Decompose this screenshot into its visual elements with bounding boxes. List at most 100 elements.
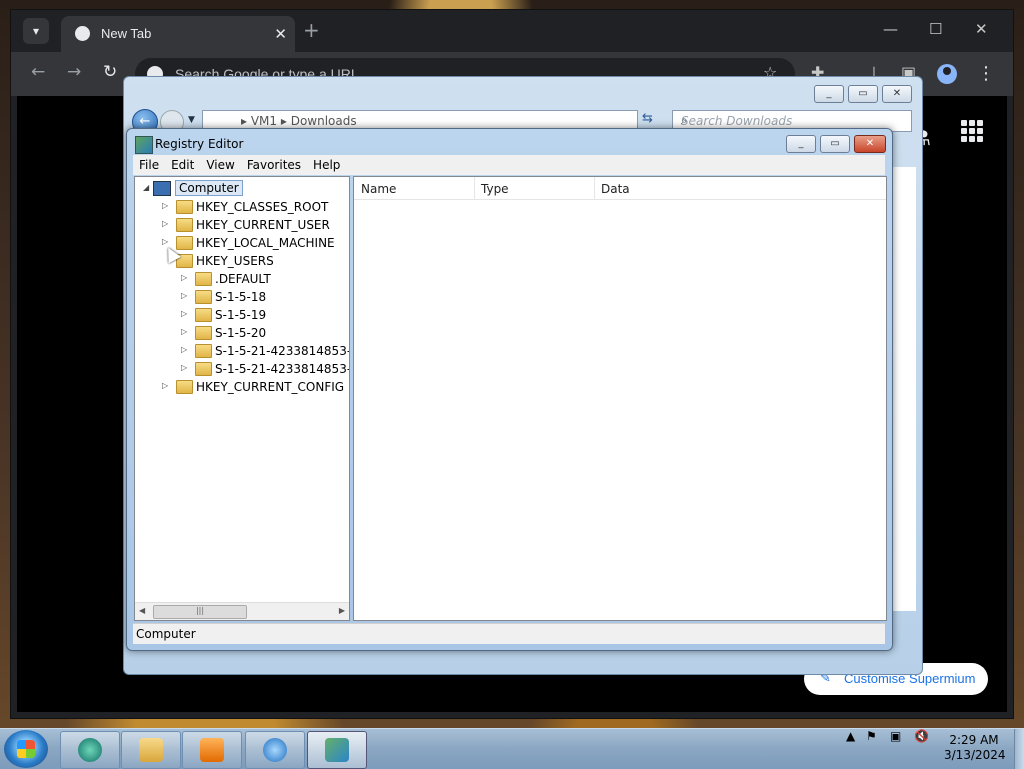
tree-label: S-1-5-19 [215,308,267,322]
folder-icon [176,200,193,214]
column-name[interactable]: Name [354,177,475,199]
minimize-icon[interactable]: — [883,20,898,38]
folder-icon [195,362,212,376]
tree-label: .DEFAULT [215,272,271,286]
tree-label: S-1-5-21-4233814853-226 [215,344,350,358]
clock[interactable]: 2:29 AM 3/13/2024 [944,733,1006,763]
menu-edit[interactable]: Edit [165,155,200,172]
close-window-icon[interactable]: ✕ [975,20,988,38]
folder-icon [195,272,212,286]
values-list[interactable]: Name Type Data [353,176,887,621]
column-type[interactable]: Type [474,177,595,199]
expand-arrow-icon[interactable]: ▷ [181,291,187,300]
tab-search-button[interactable]: ▾ [23,18,49,44]
forward-icon[interactable]: → [67,64,81,81]
tab-new-tab[interactable]: New Tab ✕ [61,16,295,52]
explorer-window-controls: _ ▭ ✕ [810,85,912,103]
regedit-close-button[interactable]: ✕ [854,135,886,153]
tree-horizontal-scrollbar[interactable]: ◀ ||| ▶ [135,602,349,620]
tree-label: S-1-5-21-4233814853-226 [215,362,350,376]
media-player-icon [200,738,224,762]
explorer-maximize-button[interactable]: ▭ [848,85,878,103]
explorer-minimize-button[interactable]: _ [814,85,844,103]
regedit-icon [325,738,349,762]
tree-label: HKEY_CURRENT_CONFIG [196,380,345,394]
tab-close-icon[interactable]: ✕ [274,25,287,43]
expand-arrow-icon[interactable]: ▷ [162,219,168,228]
google-apps-icon[interactable] [961,120,983,142]
regedit-icon [135,136,153,154]
tree-label: HKEY_USERS [196,254,274,268]
folder-icon [195,326,212,340]
column-data[interactable]: Data [594,177,884,199]
folder-icon [176,236,193,250]
tree-label: HKEY_LOCAL_MACHINE [196,236,335,250]
explorer-refresh-icon[interactable]: ⇆ [642,111,653,126]
folder-icon [195,344,212,358]
profile-avatar-icon[interactable] [937,64,957,84]
expand-arrow-icon[interactable]: ▷ [162,381,168,390]
status-bar: Computer [133,623,885,644]
expand-arrow-icon[interactable]: ▷ [181,309,187,318]
folder-icon [176,380,193,394]
breadcrumb-downloads[interactable]: Downloads [291,114,357,128]
taskbar: ▲ ⚑ ▣ 🔇 2:29 AM 3/13/2024 [0,728,1024,769]
folder-icon [195,290,212,304]
new-tab-button[interactable]: + [303,20,320,40]
computer-icon [153,181,171,196]
taskbar-browser-app[interactable] [60,731,120,769]
breadcrumb: ▸ VM1 ▸ Downloads [241,114,357,128]
column-label: Type [481,182,509,196]
registry-editor-window: Registry Editor _ ▭ ✕ File Edit View Favorite… [126,128,893,651]
expand-arrow-icon[interactable]: ▷ [181,327,187,336]
expand-arrow-icon[interactable]: ▷ [181,363,187,372]
collapse-arrow-icon[interactable]: ◢ [143,183,149,192]
tab-favicon-icon [75,26,90,41]
taskbar-media-app[interactable] [182,731,242,769]
supermium-icon [78,738,102,762]
window-title: Registry Editor [155,137,244,151]
scroll-right-icon[interactable]: ▶ [339,606,345,615]
status-path: Computer [136,627,196,641]
reload-icon[interactable]: ↻ [103,64,117,81]
scroll-thumb[interactable]: ||| [153,605,247,619]
taskbar-regedit-app[interactable] [307,731,367,769]
list-header: Name Type Data [354,177,886,200]
column-label: Name [361,182,397,196]
recent-pages-icon[interactable]: ▼ [188,115,195,125]
key-tree[interactable]: ◢ Computer ▷ HKEY_CLASSES_ROOT ▷ HKEY_CURR… [134,176,350,621]
explorer-close-button[interactable]: ✕ [882,85,912,103]
back-icon[interactable]: ← [31,64,45,81]
menu-bar: File Edit View Favorites Help [133,155,885,175]
taskbar-explorer-app[interactable] [121,731,181,769]
tree-label: S-1-5-18 [215,290,267,304]
breadcrumb-vm1[interactable]: VM1 [251,114,277,128]
maximize-icon[interactable]: ☐ [929,20,942,38]
clock-date: 3/13/2024 [944,748,1006,762]
expand-arrow-icon[interactable]: ▷ [162,201,168,210]
menu-help[interactable]: Help [307,155,346,172]
regedit-maximize-button[interactable]: ▭ [820,135,850,153]
menu-view[interactable]: View [200,155,240,172]
show-desktop-button[interactable] [1014,729,1024,769]
windows-logo-icon [17,740,35,758]
expand-arrow-icon[interactable]: ▷ [181,273,187,282]
menu-file[interactable]: File [133,155,165,172]
menu-favorites[interactable]: Favorites [241,155,307,172]
globe-icon [263,738,287,762]
scroll-left-icon[interactable]: ◀ [139,606,145,615]
taskbar-ie-app[interactable] [245,731,305,769]
start-button[interactable] [4,730,48,768]
tab-strip: ▾ New Tab ✕ + — ☐ ✕ [11,10,1013,52]
regedit-minimize-button[interactable]: _ [786,135,816,153]
more-menu-icon[interactable]: ⋮ [977,63,995,84]
expand-arrow-icon[interactable]: ▷ [181,345,187,354]
tree-label: HKEY_CLASSES_ROOT [196,200,329,214]
regedit-window-controls: _ ▭ ✕ [782,135,886,153]
tree-label: Computer [175,180,243,196]
folder-icon [195,308,212,322]
tree-label: S-1-5-20 [215,326,267,340]
search-icon[interactable]: ⌕ [681,113,905,128]
column-label: Data [601,182,630,196]
expand-arrow-icon[interactable]: ▷ [162,237,168,246]
